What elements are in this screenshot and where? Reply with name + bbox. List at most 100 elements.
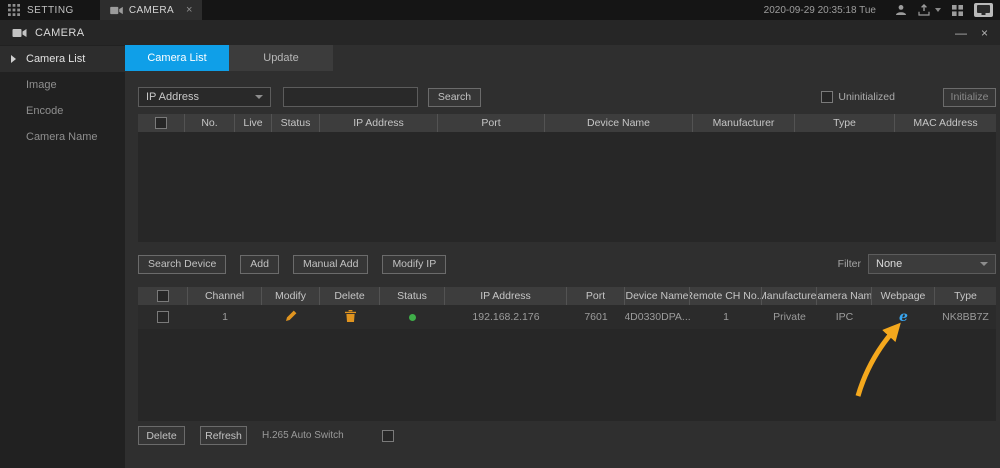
delete-cell xyxy=(320,309,380,325)
column-header: Manufacturer xyxy=(762,287,817,305)
column-header: Remote CH No... xyxy=(690,287,762,305)
layout-grid-icon[interactable] xyxy=(952,4,963,16)
column-header: Webpage xyxy=(872,287,935,305)
add-button[interactable]: Add xyxy=(240,254,279,274)
type-cell: NK8BB7Z xyxy=(942,311,989,323)
filter-value: None xyxy=(876,258,903,270)
delete-button[interactable]: Delete xyxy=(138,426,185,445)
footer-row: Delete Refresh H.265 Auto Switch xyxy=(138,426,996,445)
search-input[interactable] xyxy=(283,87,418,107)
table-row: 1 192.168.2.176 7601 4D0330DPA... 1 Priv… xyxy=(138,305,996,329)
search-results-header: No. Live Status IP Address Port Device N… xyxy=(138,114,996,132)
added-devices-header: Channel Modify Delete Status IP Address … xyxy=(138,287,996,305)
page-title: CAMERA xyxy=(35,26,85,39)
device-name-cell: 4D0330DPA... xyxy=(625,311,690,323)
camera-tab-topbar[interactable]: CAMERA × xyxy=(99,0,203,20)
export-caret-icon[interactable] xyxy=(935,8,941,12)
camera-list-panel: IP Address Search Uninitialized Initiali… xyxy=(125,71,1000,445)
live-view-icon[interactable] xyxy=(974,3,993,17)
column-header: IP Address xyxy=(445,287,567,305)
sidebar-item-image[interactable]: Image xyxy=(0,72,125,98)
ip-address-cell: 192.168.2.176 xyxy=(472,311,540,323)
camera-icon xyxy=(110,6,123,15)
sidebar-item-label: Camera Name xyxy=(26,131,98,143)
column-header: Port xyxy=(438,114,545,132)
device-actions-row: Search Device Add Manual Add Modify IP F… xyxy=(138,254,996,274)
manufacturer-cell: Private xyxy=(773,311,806,323)
apps-grid-icon xyxy=(8,4,20,16)
webpage-cell: e xyxy=(872,310,935,324)
h265-auto-switch-checkbox[interactable] xyxy=(381,429,394,442)
select-all-checkbox[interactable] xyxy=(156,290,169,302)
export-icon[interactable] xyxy=(918,4,930,16)
sidebar-item-camera-name[interactable]: Camera Name xyxy=(0,124,125,150)
datetime-label: 2020-09-29 20:35:18 Tue xyxy=(763,4,876,16)
status-online-icon xyxy=(409,313,416,321)
main-content: Camera List Update IP Address Search Uni… xyxy=(125,45,1000,468)
added-devices-body: 1 192.168.2.176 7601 4D0330DPA... 1 Priv… xyxy=(138,305,996,421)
column-header: Type xyxy=(954,290,977,302)
initialize-group: Uninitialized Initialize xyxy=(821,87,996,107)
search-button[interactable]: Search xyxy=(428,87,481,107)
top-bar: SETTING CAMERA × 2020-09-29 20:35:18 Tue xyxy=(0,0,1000,20)
column-header: Modify xyxy=(262,287,320,305)
search-type-dropdown[interactable]: IP Address xyxy=(138,87,271,107)
edit-pencil-icon[interactable] xyxy=(285,310,297,325)
initialize-button[interactable]: Initialize xyxy=(943,87,996,107)
window-controls: — × xyxy=(955,27,988,39)
modify-ip-button[interactable]: Modify IP xyxy=(382,254,447,274)
column-header: Live xyxy=(235,114,272,132)
header-checkbox-cell xyxy=(138,287,188,305)
uninitialized-label: Uninitialized xyxy=(838,91,895,103)
uninitialized-checkbox[interactable] xyxy=(821,91,834,103)
column-header: Status xyxy=(272,114,320,132)
row-checkbox[interactable] xyxy=(157,311,169,323)
column-header: Port xyxy=(567,287,625,305)
sidebar-item-camera-list[interactable]: Camera List xyxy=(0,46,125,72)
column-header: MAC Address xyxy=(913,117,978,129)
column-header: Channel xyxy=(188,287,262,305)
modify-cell xyxy=(262,310,320,325)
search-results-table: No. Live Status IP Address Port Device N… xyxy=(138,114,996,242)
channel-cell: 1 xyxy=(222,311,228,323)
search-results-body-empty xyxy=(138,132,996,242)
filter-group: Filter None xyxy=(838,254,996,274)
title-bar: CAMERA — × xyxy=(0,20,1000,45)
column-header: Status xyxy=(380,287,445,305)
topbar-right: 2020-09-29 20:35:18 Tue xyxy=(764,0,1000,20)
column-header: IP Address xyxy=(320,114,438,132)
search-device-button[interactable]: Search Device xyxy=(138,254,227,274)
camera-title-icon xyxy=(12,28,27,38)
manual-add-button[interactable]: Manual Add xyxy=(292,254,369,274)
filter-label: Filter xyxy=(837,258,861,270)
select-all-checkbox[interactable] xyxy=(155,117,167,129)
added-devices-table: Channel Modify Delete Status IP Address … xyxy=(138,287,996,421)
sidebar: Camera List Image Encode Camera Name xyxy=(0,45,125,468)
sidebar-item-label: Camera List xyxy=(26,53,86,65)
status-cell xyxy=(380,313,445,321)
setting-menu[interactable]: SETTING xyxy=(0,0,86,20)
trash-icon[interactable] xyxy=(344,309,356,325)
header-checkbox-cell xyxy=(138,114,185,132)
setting-label: SETTING xyxy=(27,4,74,16)
tab-update[interactable]: Update xyxy=(229,45,333,71)
column-header: Delete xyxy=(320,287,380,305)
close-icon[interactable]: × xyxy=(981,27,988,39)
column-header: Camera Name xyxy=(817,287,872,305)
webpage-browser-icon[interactable]: e xyxy=(899,310,908,324)
camera-name-cell: IPC xyxy=(835,311,854,323)
tab-camera-list[interactable]: Camera List xyxy=(125,45,229,71)
chevron-down-icon xyxy=(980,262,988,266)
refresh-button[interactable]: Refresh xyxy=(200,426,247,445)
user-icon[interactable] xyxy=(895,4,907,16)
filter-dropdown[interactable]: None xyxy=(868,254,996,274)
tab-close-icon[interactable]: × xyxy=(186,4,192,16)
minimize-icon[interactable]: — xyxy=(955,27,967,39)
row-checkbox-cell xyxy=(138,311,188,323)
column-header: No. xyxy=(185,114,235,132)
column-header: Device Name xyxy=(545,114,693,132)
active-arrow-icon xyxy=(11,55,16,63)
port-cell: 7601 xyxy=(584,311,608,323)
sidebar-item-encode[interactable]: Encode xyxy=(0,98,125,124)
search-type-value: IP Address xyxy=(146,91,199,103)
